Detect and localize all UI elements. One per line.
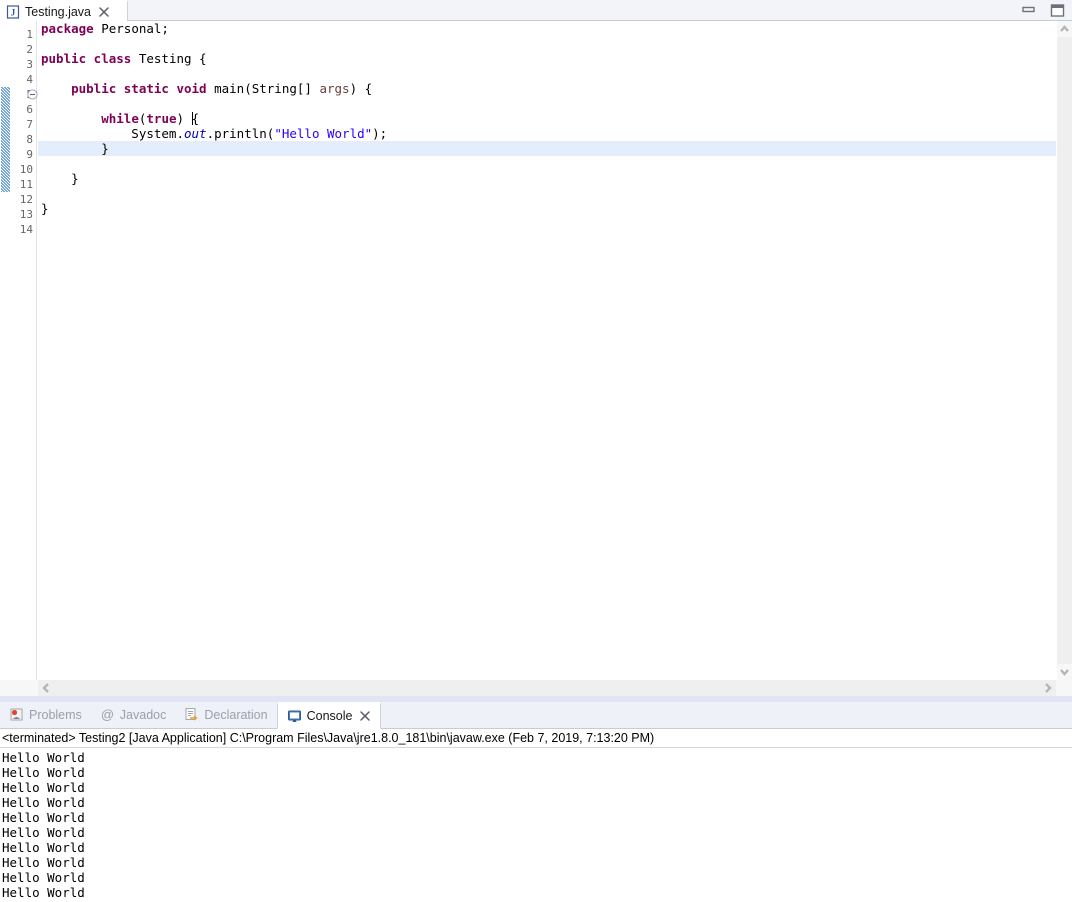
svg-text:J: J xyxy=(11,7,16,17)
editor-corner-left xyxy=(0,680,38,696)
code-token: .println( xyxy=(206,126,275,141)
code-token: main(String[] xyxy=(214,81,320,96)
panel-tab-problems[interactable]: Problems xyxy=(0,701,91,728)
chevron-up-icon[interactable] xyxy=(1057,21,1072,37)
console-output-line: Hello World xyxy=(2,870,85,885)
panel-tab-declaration[interactable]: Declaration xyxy=(175,701,276,728)
console-output[interactable]: Hello World Hello World Hello World Hello W… xyxy=(0,748,1072,902)
code-token: ) xyxy=(176,111,192,126)
declaration-icon xyxy=(184,707,199,722)
code-token: out xyxy=(184,126,207,141)
panel-tab-javadoc[interactable]: @ Javadoc xyxy=(91,701,176,728)
minimize-icon[interactable] xyxy=(1020,2,1037,19)
code-token: Testing { xyxy=(138,51,207,66)
editor-corner-right xyxy=(1056,680,1072,696)
line-number: 8 xyxy=(26,133,33,146)
code-token: } xyxy=(41,201,49,216)
vertical-scroll-track[interactable] xyxy=(1057,37,1072,664)
code-line[interactable]: } xyxy=(38,141,1056,156)
console-output-line: Hello World xyxy=(2,750,85,765)
line-number: 11 xyxy=(19,178,33,191)
code-text-area[interactable]: package Personal; public class Testing {… xyxy=(38,21,1056,680)
line-number: 1 xyxy=(26,28,33,41)
code-token: { xyxy=(191,111,200,126)
code-token: args xyxy=(319,81,350,96)
line-number-gutter: 1234567891011121314 xyxy=(10,21,37,680)
panel-tab-label: Problems xyxy=(29,707,82,722)
problems-icon xyxy=(9,707,24,722)
editor-tab-label: Testing.java xyxy=(25,4,92,19)
code-token: System. xyxy=(41,126,184,141)
line-number: 13 xyxy=(19,208,33,221)
code-token: Personal; xyxy=(101,21,169,36)
panel-tab-label: Console xyxy=(306,709,353,723)
line-number: 10 xyxy=(19,163,33,176)
editor-horizontal-scrollbar[interactable] xyxy=(38,680,1056,696)
line-number: 4 xyxy=(26,73,33,86)
console-output-line: Hello World xyxy=(2,810,85,825)
panel-tab-label: Declaration xyxy=(204,707,268,722)
console-output-line: Hello World xyxy=(2,885,85,900)
code-line[interactable]: public static void main(String[] args) { xyxy=(38,81,1056,96)
code-line[interactable]: } xyxy=(38,201,1056,216)
code-token: ); xyxy=(372,126,388,141)
code-line[interactable]: } xyxy=(38,171,1056,186)
console-output-line: Hello World xyxy=(2,855,85,870)
code-line[interactable]: while(true) { xyxy=(38,111,1056,126)
code-line[interactable] xyxy=(38,216,1056,231)
code-token: ) { xyxy=(349,81,373,96)
code-token: public static void xyxy=(41,81,215,96)
panel-tab-label: Javadoc xyxy=(119,707,167,722)
code-line[interactable] xyxy=(38,66,1056,81)
code-token: "Hello World" xyxy=(274,126,373,141)
console-output-line: Hello World xyxy=(2,765,85,780)
code-line[interactable]: package Personal; xyxy=(38,21,1056,36)
console-output-line: Hello World xyxy=(2,780,85,795)
console-output-line: Hello World xyxy=(2,825,85,840)
code-token: package xyxy=(41,21,102,36)
console-output-line: Hello World xyxy=(2,840,85,855)
fold-collapse-icon[interactable] xyxy=(27,89,38,100)
code-line[interactable] xyxy=(38,186,1056,201)
bottom-panel-tab-bar: Problems @ Javadoc Declaration Console xyxy=(0,702,1072,729)
code-line[interactable] xyxy=(38,96,1056,111)
svg-text:@: @ xyxy=(101,707,114,722)
chevron-down-icon[interactable] xyxy=(1057,664,1072,680)
console-output-line: Hello World xyxy=(2,795,85,810)
close-icon[interactable] xyxy=(98,6,110,18)
chevron-left-icon[interactable] xyxy=(38,680,54,696)
line-number: 9 xyxy=(26,148,33,161)
line-number: 12 xyxy=(19,193,33,206)
line-number: 6 xyxy=(26,103,33,116)
javadoc-at-icon: @ xyxy=(100,707,115,722)
code-token: true xyxy=(146,111,177,126)
code-line[interactable]: public class Testing { xyxy=(38,51,1056,66)
line-number: 2 xyxy=(26,43,33,56)
console-process-label: <terminated> Testing2 [Java Application]… xyxy=(0,729,1072,748)
code-line[interactable] xyxy=(38,36,1056,51)
maximize-restore-icon[interactable] xyxy=(1049,2,1066,19)
line-number: 7 xyxy=(26,118,33,131)
code-token: while xyxy=(101,111,139,126)
line-number: 3 xyxy=(26,58,33,71)
close-icon[interactable] xyxy=(359,710,371,722)
chevron-right-icon[interactable] xyxy=(1040,680,1056,696)
java-file-icon: J xyxy=(6,4,20,19)
code-token: } xyxy=(41,171,79,186)
console-icon xyxy=(287,709,302,724)
editor-tab-testing-java[interactable]: J Testing.java xyxy=(0,0,128,21)
code-token: public class xyxy=(41,51,139,66)
editor-tab-bar: J Testing.java xyxy=(0,0,1072,21)
line-number: 14 xyxy=(19,223,33,236)
bottom-view-stack: Problems @ Javadoc Declaration Console <term… xyxy=(0,702,1072,902)
panel-tab-console[interactable]: Console xyxy=(276,702,382,729)
code-line[interactable] xyxy=(38,156,1056,171)
window-controls xyxy=(1020,0,1066,21)
editor-vertical-scrollbar[interactable] xyxy=(1056,21,1072,680)
code-editor[interactable]: 1234567891011121314 package Personal; pu… xyxy=(0,21,1072,680)
eclipse-ide-window: J Testing.java 1 2 3 4 6 7 8 9 10 11 12 … xyxy=(0,0,1072,902)
code-token: } xyxy=(41,141,109,156)
code-line[interactable]: System.out.println("Hello World"); xyxy=(38,126,1056,141)
